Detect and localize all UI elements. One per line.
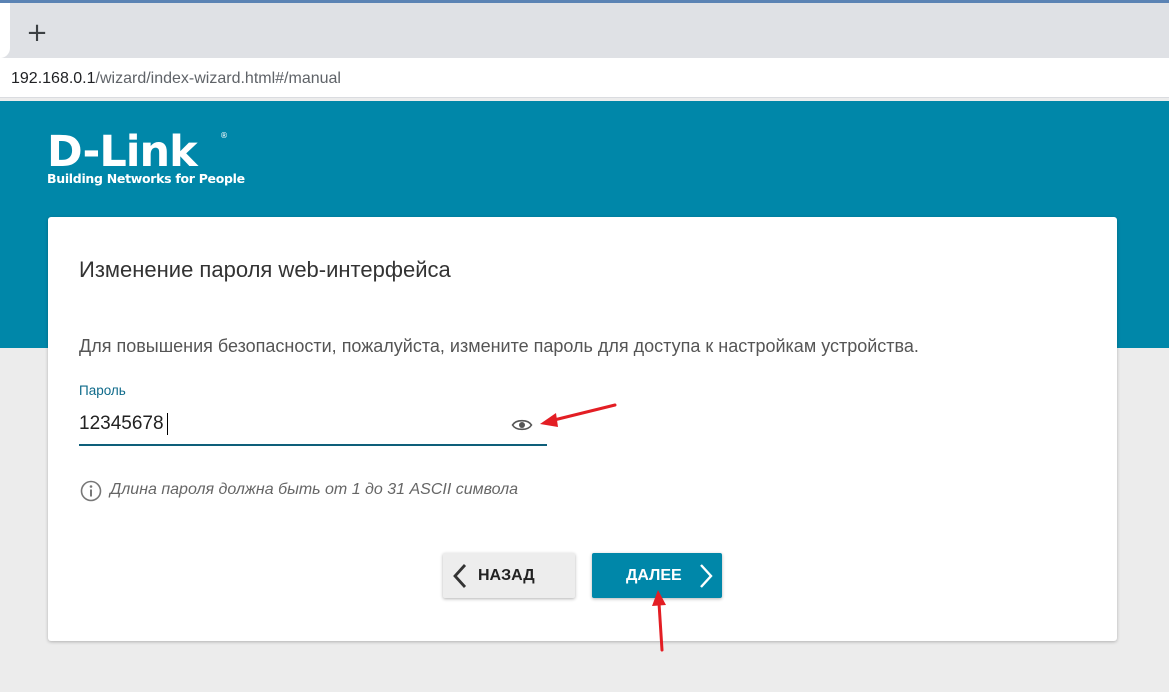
next-button-label: ДАЛЕЕ [626,567,682,584]
browser-tab-strip [0,3,1169,58]
chevron-left-icon [453,564,467,588]
url-path: /wizard/index-wizard.html#/manual [95,70,341,87]
back-button-label: НАЗАД [478,567,535,584]
password-input[interactable] [79,408,499,440]
url-host: 192.168.0.1 [11,70,96,87]
wizard-description: Для повышения безопасности, пожалуйста, … [79,336,919,356]
password-label: Пароль [79,383,126,398]
logo-tagline: Building Networks for People [47,171,245,186]
page-title: Изменение пароля web-интерфейса [79,257,451,282]
password-underline [79,444,547,446]
address-bar-divider [0,97,1169,98]
url-text[interactable]: 192.168.0.1/wizard/index-wizard.html#/ma… [11,70,341,88]
new-tab-button[interactable]: + [24,20,50,46]
password-hint: Длина пароля должна быть от 1 до 31 ASCI… [110,481,519,498]
back-button[interactable]: НАЗАД [443,553,575,598]
eye-icon[interactable] [511,417,533,433]
info-icon [80,480,102,502]
chevron-right-icon [700,564,713,588]
next-button[interactable]: ДАЛЕЕ [592,553,722,598]
registered-mark: ® [220,131,228,140]
text-caret [167,413,168,435]
active-tab-edge[interactable] [0,3,10,58]
